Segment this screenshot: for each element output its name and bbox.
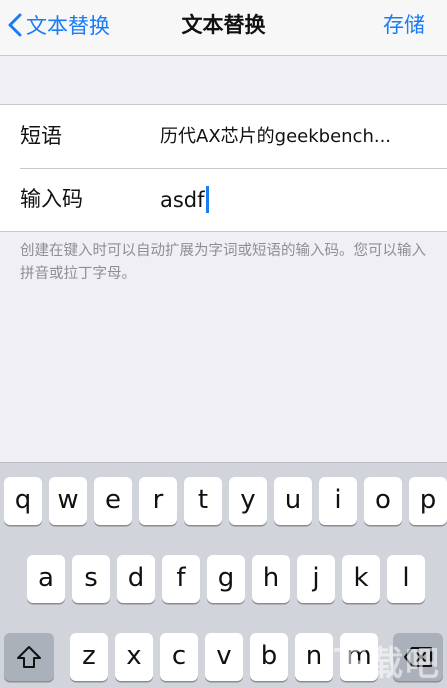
key-t[interactable]: t [184, 477, 222, 525]
key-v[interactable]: v [205, 633, 243, 681]
key-i[interactable]: i [319, 477, 357, 525]
key-d[interactable]: d [117, 555, 155, 603]
key-w[interactable]: w [49, 477, 87, 525]
key-g[interactable]: g [207, 555, 245, 603]
key-o[interactable]: o [364, 477, 402, 525]
key-e[interactable]: e [94, 477, 132, 525]
key-x[interactable]: x [115, 633, 153, 681]
shift-key[interactable] [4, 633, 54, 681]
shortcut-label: 输入码 [20, 187, 83, 211]
key-q[interactable]: q [4, 477, 42, 525]
key-b[interactable]: b [250, 633, 288, 681]
key-h[interactable]: h [252, 555, 290, 603]
key-a[interactable]: a [27, 555, 65, 603]
key-y[interactable]: y [229, 477, 267, 525]
navigation-bar: 文本替换 文本替换 存储 [0, 0, 447, 56]
key-p[interactable]: p [409, 477, 447, 525]
help-text: 创建在键入时可以自动扩展为字词或短语的输入码。您可以输入拼音或拉丁字母。 [20, 243, 426, 282]
key-s[interactable]: s [72, 555, 110, 603]
text-replacement-screen: 文本替换 文本替换 存储 短语 历代AX芯片的geekbench... 输入码 … [0, 0, 447, 688]
key-r[interactable]: r [139, 477, 177, 525]
key-u[interactable]: u [274, 477, 312, 525]
phrase-label: 短语 [20, 124, 62, 148]
key-z[interactable]: z [70, 633, 108, 681]
watermark: 下载吧 [333, 644, 441, 684]
key-c[interactable]: c [160, 633, 198, 681]
key-j[interactable]: j [297, 555, 335, 603]
shortcut-value: asdf [160, 187, 205, 212]
key-l[interactable]: l [387, 555, 425, 603]
phrase-field[interactable]: 历代AX芯片的geekbench... [160, 105, 433, 168]
key-k[interactable]: k [342, 555, 380, 603]
phrase-row[interactable]: 短语 历代AX芯片的geekbench... [0, 105, 447, 168]
text-caret [205, 186, 209, 213]
page-title: 文本替换 [181, 13, 266, 37]
replacement-form: 短语 历代AX芯片的geekbench... 输入码 asdf [0, 104, 447, 232]
shortcut-row[interactable]: 输入码 asdf [0, 168, 447, 231]
key-f[interactable]: f [162, 555, 200, 603]
keyboard: qwertyuiopasdfghjklzxcvbnm 下载吧 [0, 462, 447, 688]
save-button[interactable]: 存储 [383, 8, 425, 42]
key-n[interactable]: n [295, 633, 333, 681]
shortcut-field[interactable]: asdf [160, 168, 209, 231]
